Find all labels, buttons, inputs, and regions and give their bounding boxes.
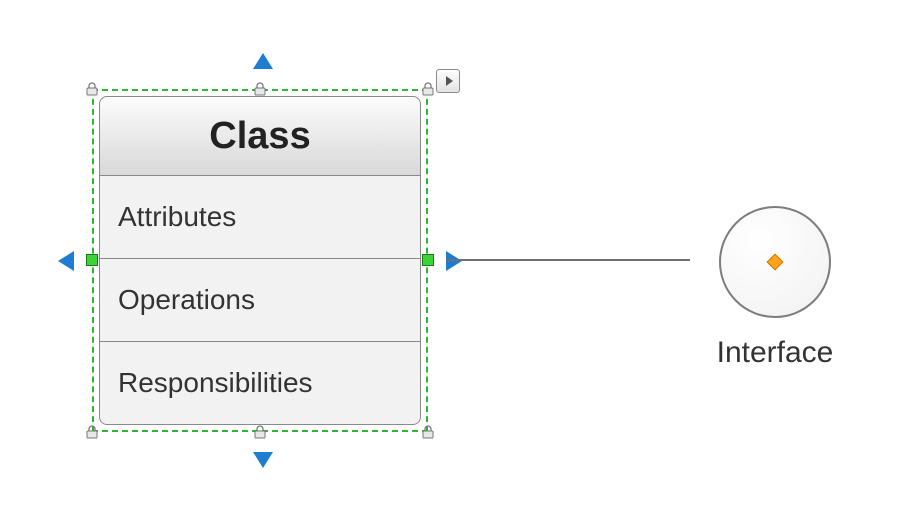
interface-center-diamond-icon [767, 254, 784, 271]
connect-handle-w[interactable] [86, 254, 98, 266]
direction-arrow-s[interactable] [253, 452, 273, 468]
connector-line[interactable] [446, 259, 690, 261]
lock-handle-n[interactable] [253, 82, 267, 96]
interface-node[interactable]: Interface [690, 206, 860, 370]
interface-label: Interface [690, 336, 860, 370]
play-icon [446, 76, 453, 86]
direction-arrow-e[interactable] [446, 251, 462, 271]
class-compartment-responsibilities[interactable]: Responsibilities [100, 341, 420, 424]
smart-action-button[interactable] [436, 69, 460, 93]
diagram-canvas[interactable]: Class Attributes Operations Responsibili… [0, 0, 912, 528]
direction-arrow-n[interactable] [253, 53, 273, 69]
lock-handle-sw[interactable] [85, 425, 99, 439]
class-compartment-operations[interactable]: Operations [100, 258, 420, 341]
class-box[interactable]: Class Attributes Operations Responsibili… [99, 96, 421, 425]
lock-handle-se[interactable] [421, 425, 435, 439]
interface-circle[interactable] [719, 206, 831, 318]
direction-arrow-w[interactable] [58, 251, 74, 271]
lock-handle-nw[interactable] [85, 82, 99, 96]
class-compartment-attributes[interactable]: Attributes [100, 176, 420, 258]
lock-handle-ne[interactable] [421, 82, 435, 96]
class-node[interactable]: Class Attributes Operations Responsibili… [92, 89, 428, 432]
lock-handle-s[interactable] [253, 425, 267, 439]
connect-handle-e[interactable] [422, 254, 434, 266]
class-title: Class [100, 97, 420, 176]
